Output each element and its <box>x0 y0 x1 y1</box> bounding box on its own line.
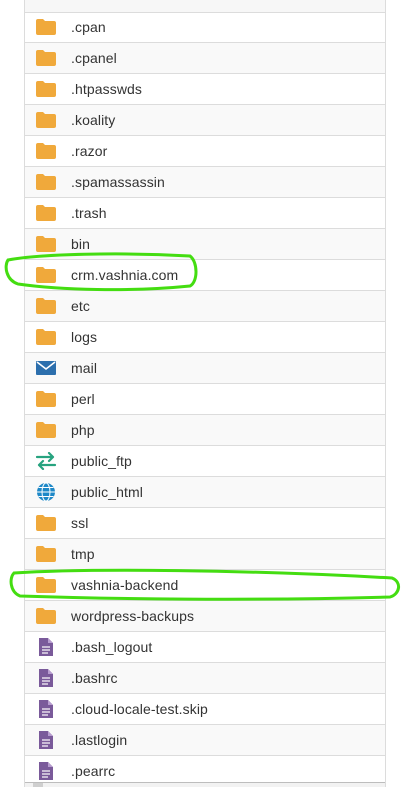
horizontal-scrollbar[interactable] <box>25 782 385 787</box>
mail-icon <box>35 357 57 379</box>
file-row[interactable]: php <box>25 415 385 446</box>
file-row[interactable]: .lastlogin <box>25 725 385 756</box>
file-name: .cpanel <box>71 50 117 66</box>
file-row[interactable]: etc <box>25 291 385 322</box>
folder-icon <box>35 605 57 627</box>
folder-icon <box>35 512 57 534</box>
file-name: public_html <box>71 484 143 500</box>
file-name: logs <box>71 329 98 345</box>
file-row[interactable]: .cloud-locale-test.skip <box>25 694 385 725</box>
transfer-arrows-icon <box>35 450 57 472</box>
file-icon <box>35 698 57 720</box>
file-row[interactable]: public_ftp <box>25 446 385 477</box>
folder-icon <box>35 78 57 100</box>
file-row[interactable]: logs <box>25 322 385 353</box>
folder-icon <box>35 295 57 317</box>
file-name: .cloud-locale-test.skip <box>71 701 208 717</box>
file-name: .lastlogin <box>71 732 128 748</box>
file-name: etc <box>71 298 90 314</box>
file-name: .koality <box>71 112 116 128</box>
file-row[interactable]: crm.vashnia.com <box>25 260 385 291</box>
file-row[interactable]: tmp <box>25 539 385 570</box>
file-name: .pearrc <box>71 763 116 779</box>
file-rows: .cpan .cpanel .htpasswds .koality .razor .spa… <box>25 12 385 787</box>
file-icon <box>35 667 57 689</box>
file-name: .bashrc <box>71 670 118 686</box>
folder-icon <box>35 388 57 410</box>
file-row[interactable]: .cpan <box>25 12 385 43</box>
file-row[interactable]: .trash <box>25 198 385 229</box>
file-row[interactable]: .koality <box>25 105 385 136</box>
file-row[interactable]: mail <box>25 353 385 384</box>
folder-icon <box>35 574 57 596</box>
folder-icon <box>35 109 57 131</box>
file-row[interactable]: .htpasswds <box>25 74 385 105</box>
folder-icon <box>35 140 57 162</box>
file-name: .spamassassin <box>71 174 165 190</box>
file-row[interactable]: perl <box>25 384 385 415</box>
file-icon <box>35 636 57 658</box>
file-name: php <box>71 422 95 438</box>
file-icon <box>35 729 57 751</box>
folder-icon <box>35 233 57 255</box>
file-name: .trash <box>71 205 107 221</box>
file-row[interactable]: wordpress-backups <box>25 601 385 632</box>
file-row[interactable]: .bashrc <box>25 663 385 694</box>
file-name: bin <box>71 236 90 252</box>
folder-icon <box>35 326 57 348</box>
file-manager-list: .cpan .cpanel .htpasswds .koality .razor .spa… <box>24 0 386 787</box>
file-row[interactable]: .razor <box>25 136 385 167</box>
file-icon <box>35 760 57 782</box>
folder-icon <box>35 16 57 38</box>
scrollbar-thumb[interactable] <box>33 783 43 787</box>
file-name: tmp <box>71 546 95 562</box>
file-row[interactable]: public_html <box>25 477 385 508</box>
file-name: vashnia-backend <box>71 577 179 593</box>
file-name: perl <box>71 391 95 407</box>
file-row[interactable]: vashnia-backend <box>25 570 385 601</box>
file-name: .bash_logout <box>71 639 153 655</box>
file-row[interactable]: bin <box>25 229 385 260</box>
folder-icon <box>35 202 57 224</box>
file-name: .razor <box>71 143 108 159</box>
folder-icon <box>35 264 57 286</box>
folder-icon <box>35 543 57 565</box>
file-name: mail <box>71 360 98 376</box>
file-name: wordpress-backups <box>71 608 195 624</box>
folder-icon <box>35 419 57 441</box>
file-row[interactable]: .bash_logout <box>25 632 385 663</box>
file-row[interactable]: ssl <box>25 508 385 539</box>
folder-icon <box>35 47 57 69</box>
file-name: public_ftp <box>71 453 132 469</box>
file-row[interactable]: .cpanel <box>25 43 385 74</box>
file-name: .cpan <box>71 19 106 35</box>
file-name: crm.vashnia.com <box>71 267 179 283</box>
globe-icon <box>35 481 57 503</box>
folder-icon <box>35 171 57 193</box>
file-name: ssl <box>71 515 89 531</box>
file-row[interactable]: .spamassassin <box>25 167 385 198</box>
file-name: .htpasswds <box>71 81 143 97</box>
